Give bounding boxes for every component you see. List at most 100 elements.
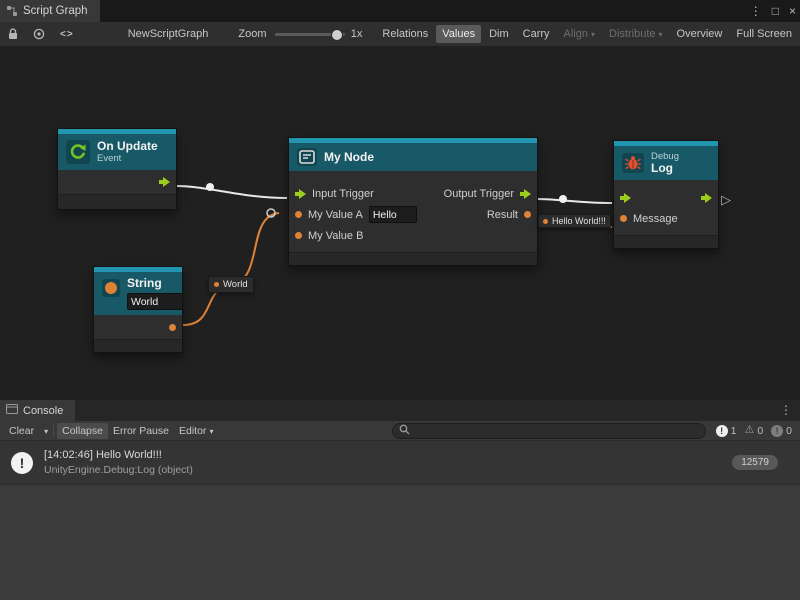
- tab-script-graph-label: Script Graph: [23, 5, 88, 17]
- debug-input-trigger-port[interactable]: [620, 193, 631, 203]
- wire-value-label: Hello World!!!: [552, 216, 606, 226]
- string-value-input[interactable]: [127, 293, 183, 310]
- console-detail-pane[interactable]: [0, 484, 800, 600]
- my-value-a-port[interactable]: [295, 211, 302, 218]
- error-pause-toggle[interactable]: Error Pause: [108, 423, 174, 439]
- tab-script-graph[interactable]: Script Graph: [0, 0, 100, 22]
- zoom-label: Zoom: [238, 28, 266, 40]
- node-header: String: [94, 272, 182, 315]
- node-subtitle: Event: [97, 153, 158, 164]
- wire-flow-dot: [559, 195, 567, 203]
- clear-button-label: Clear: [9, 425, 34, 437]
- string-output-port[interactable]: [169, 324, 176, 331]
- chevron-down-icon: ▾: [591, 30, 595, 39]
- node-title: My Node: [324, 151, 374, 164]
- wire-value-chip-hello-world: Hello World!!!: [538, 214, 611, 228]
- warning-icon: ⚠: [744, 425, 754, 436]
- tab-console-label: Console: [23, 405, 63, 417]
- chevron-down-icon: ▾: [44, 427, 48, 436]
- wire-onupdate-to-mynode[interactable]: [176, 186, 287, 198]
- console-toolbar: Clear ▾ Collapse Error Pause Editor▾ ! 1…: [0, 421, 800, 441]
- my-value-a-input[interactable]: [369, 206, 417, 223]
- node-header: My Node: [289, 143, 537, 171]
- on-update-loop-icon: [66, 140, 90, 164]
- chevron-down-icon: ▾: [659, 30, 663, 39]
- carry-button[interactable]: Carry: [517, 25, 556, 43]
- node-header: Debug Log: [614, 146, 718, 180]
- input-trigger-port[interactable]: [295, 189, 306, 199]
- close-icon[interactable]: ×: [789, 4, 796, 18]
- log-stacktrace: UnityEngine.Debug:Log (object): [44, 463, 732, 477]
- log-collapse-count-badge: 12579: [732, 455, 778, 470]
- trigger-output-port[interactable]: [159, 177, 170, 187]
- overview-button[interactable]: Overview: [671, 25, 729, 43]
- zoom-value: 1x: [351, 28, 363, 40]
- wire-string-to-mynode[interactable]: [183, 213, 279, 325]
- warning-count-badge[interactable]: ⚠ 0: [744, 425, 763, 437]
- node-string[interactable]: String: [93, 266, 183, 353]
- unity-editor-window: Script Graph ⋮ □ × <> NewScriptGraph Zoo…: [0, 0, 800, 600]
- my-node-icon: [297, 148, 317, 166]
- node-debug-log[interactable]: Debug Log Message: [613, 140, 719, 249]
- distribute-button[interactable]: Distribute▾: [603, 25, 668, 43]
- graph-canvas[interactable]: On Update Event String: [0, 46, 800, 400]
- value-dot-icon: [543, 219, 548, 224]
- port-label: Message: [633, 213, 678, 225]
- panel-menu-icon[interactable]: ⋮: [750, 4, 762, 18]
- debug-output-trigger-port[interactable]: [701, 193, 712, 203]
- dim-button[interactable]: Dim: [483, 25, 515, 43]
- wire-value-label: World: [223, 279, 248, 290]
- collapse-toggle[interactable]: Collapse: [57, 423, 108, 439]
- log-entry-row[interactable]: ! [14:02:46] Hello World!!! UnityEngine.…: [0, 441, 800, 484]
- node-my-node[interactable]: My Node Input Trigger Output Trigger My …: [288, 137, 538, 266]
- value-dot-icon: [214, 282, 219, 287]
- console-search[interactable]: [392, 423, 706, 439]
- output-trigger-port[interactable]: [520, 189, 531, 199]
- result-output-port[interactable]: [524, 211, 531, 218]
- console-panel: Console ⋮ Clear ▾ Collapse Error Pause E…: [0, 400, 800, 600]
- node-title: Log: [651, 162, 679, 175]
- fullscreen-button[interactable]: Full Screen: [730, 25, 798, 43]
- maximize-icon[interactable]: □: [772, 4, 779, 18]
- node-on-update[interactable]: On Update Event: [57, 128, 177, 210]
- info-icon: !: [716, 425, 728, 437]
- port-label: Output Trigger: [444, 188, 514, 200]
- node-header: On Update Event: [58, 134, 176, 170]
- port-label: Result: [487, 209, 518, 221]
- lock-icon[interactable]: [0, 22, 26, 46]
- code-view-icon[interactable]: <>: [52, 29, 82, 40]
- editor-dropdown-label: Editor: [179, 425, 206, 437]
- toolbar-separator: [53, 425, 54, 437]
- graph-toolbar-buttons: Relations Values Dim Carry Align▾ Distri…: [376, 25, 800, 43]
- node-title: On Update: [97, 140, 158, 153]
- error-count-badge[interactable]: ! 0: [771, 425, 792, 437]
- error-count: 0: [786, 425, 792, 437]
- my-value-b-port[interactable]: [295, 232, 302, 239]
- node-footer: [614, 235, 718, 248]
- tab-console[interactable]: Console: [0, 400, 75, 421]
- align-button[interactable]: Align▾: [558, 25, 601, 43]
- values-button[interactable]: Values: [436, 25, 481, 43]
- console-tabstrip: Console ⋮: [0, 400, 800, 421]
- relations-button[interactable]: Relations: [376, 25, 434, 43]
- inspect-icon[interactable]: [26, 22, 52, 46]
- info-count-badge[interactable]: ! 1: [716, 425, 737, 437]
- port-label: Input Trigger: [312, 188, 374, 200]
- node-footer: [58, 194, 176, 209]
- zoom-slider-handle[interactable]: [331, 29, 343, 41]
- message-port[interactable]: [620, 215, 627, 222]
- zoom-slider[interactable]: [275, 33, 345, 36]
- collapse-toggle-label: Collapse: [62, 425, 103, 437]
- port-label: My Value B: [308, 230, 363, 242]
- editor-dropdown[interactable]: Editor▾: [174, 423, 218, 439]
- console-search-input[interactable]: [414, 424, 699, 437]
- console-icon: [6, 404, 18, 417]
- wire-mynode-to-debuglog[interactable]: [536, 199, 612, 203]
- clear-button[interactable]: Clear: [4, 423, 39, 439]
- clear-dropdown[interactable]: ▾: [39, 423, 50, 439]
- wire-value-chip-world: World: [208, 276, 254, 293]
- console-menu-icon[interactable]: ⋮: [780, 403, 792, 417]
- bug-icon: [622, 153, 644, 173]
- console-log-list: ! [14:02:46] Hello World!!! UnityEngine.…: [0, 441, 800, 484]
- window-controls: ⋮ □ ×: [750, 0, 796, 22]
